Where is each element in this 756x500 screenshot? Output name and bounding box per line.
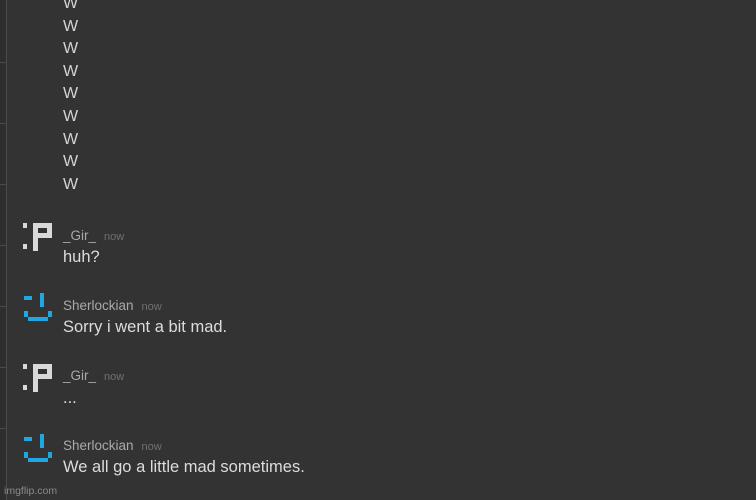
- pixel-smiley-face-icon[interactable]: [20, 432, 56, 468]
- chat-message: _Gir_ now ...: [0, 362, 756, 422]
- timestamp: now: [104, 371, 125, 383]
- watermark: imgflip.com: [4, 485, 58, 497]
- message-line: W: [63, 40, 79, 58]
- timestamp: now: [141, 301, 162, 313]
- message-line: W: [63, 0, 79, 12]
- message-line: W: [63, 153, 79, 171]
- message-line: W: [63, 107, 79, 125]
- message-text: huh?: [63, 248, 100, 266]
- message-line: W: [63, 130, 79, 148]
- author-name[interactable]: Sherlockian: [63, 438, 134, 453]
- message-header: _Gir_ now: [63, 227, 124, 245]
- author-name[interactable]: Sherlockian: [63, 298, 134, 313]
- pixel-colon-p-face-icon[interactable]: [20, 362, 56, 398]
- gutter-divider: [0, 428, 6, 429]
- message-line: W: [63, 85, 79, 103]
- message-line: W: [63, 175, 79, 193]
- message-text: ...: [63, 389, 77, 407]
- timestamp: now: [141, 441, 162, 453]
- gutter-divider: [0, 123, 6, 124]
- message-header: Sherlockian now: [63, 297, 162, 315]
- message-line: W: [63, 62, 79, 80]
- message-text: We all go a little mad sometimes.: [63, 458, 305, 476]
- message-line: W: [63, 17, 79, 35]
- message-header: _Gir_ now: [63, 367, 124, 385]
- gutter-divider: [0, 184, 6, 185]
- author-name[interactable]: _Gir_: [63, 228, 96, 243]
- chat-message: _Gir_ now huh?: [0, 221, 756, 281]
- author-name[interactable]: _Gir_: [63, 368, 96, 383]
- pixel-colon-p-face-icon[interactable]: [20, 221, 56, 257]
- gutter-divider: [0, 62, 6, 63]
- pixel-smiley-face-icon[interactable]: [20, 291, 56, 327]
- chat-message: Sherlockian now We all go a little mad so…: [0, 432, 756, 492]
- message-text: Sorry i went a bit mad.: [63, 318, 228, 336]
- chat-message: Sherlockian now Sorry i went a bit mad.: [0, 291, 756, 351]
- timestamp: now: [104, 231, 125, 243]
- previous-message-lines: W W W W W W W W W: [63, 0, 78, 196]
- message-header: Sherlockian now: [63, 437, 162, 455]
